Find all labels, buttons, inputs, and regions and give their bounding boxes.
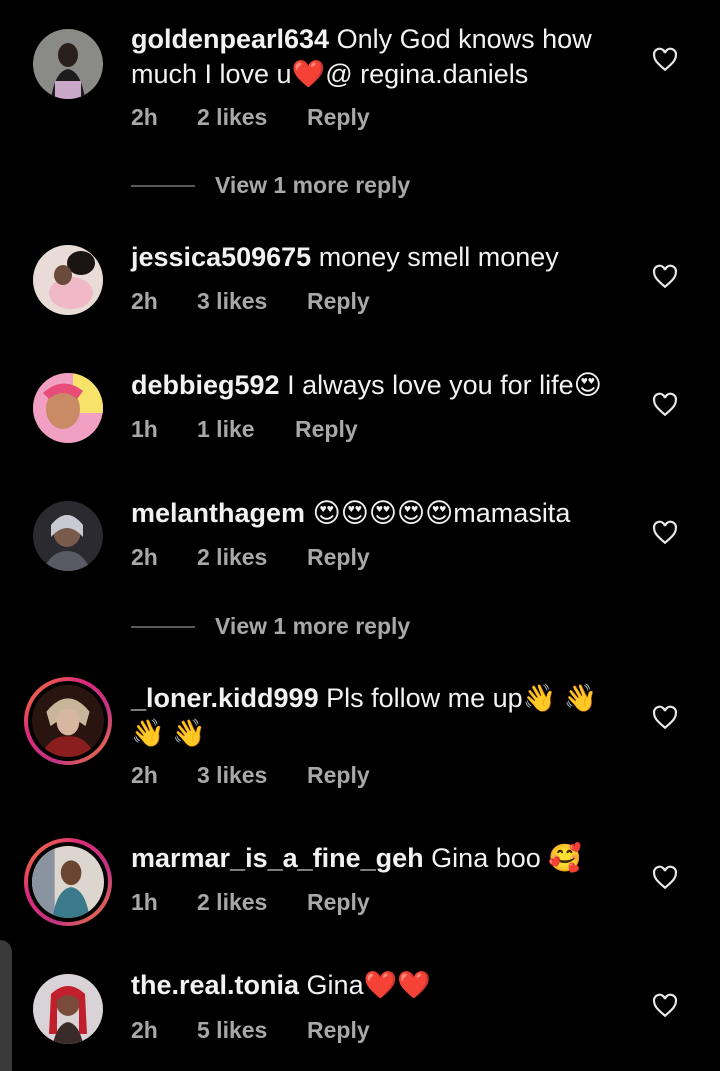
view-more-replies[interactable]: View 1 more reply — [131, 613, 410, 640]
comment-likes[interactable]: 2 likes — [197, 544, 307, 571]
heart-icon[interactable] — [652, 705, 678, 731]
comment-text: Gina boo 🥰 — [423, 843, 582, 873]
avatar[interactable] — [33, 29, 103, 99]
avatar[interactable] — [33, 245, 103, 315]
comment-time: 2h — [131, 762, 158, 788]
avatar-image — [33, 373, 103, 443]
comment-time: 2h — [131, 288, 158, 314]
comment-body: goldenpearl634 Only God knows how much I… — [131, 22, 631, 92]
avatar[interactable] — [24, 677, 112, 765]
avatar[interactable] — [24, 838, 112, 926]
reply-button[interactable]: Reply — [307, 544, 370, 571]
comment-body: marmar_is_a_fine_geh Gina boo 🥰 — [131, 841, 631, 876]
avatar-image — [33, 974, 103, 1044]
reply-button[interactable]: Reply — [307, 288, 370, 315]
reply-button[interactable]: Reply — [307, 1017, 370, 1044]
divider-line — [131, 184, 195, 187]
comment-likes[interactable]: 3 likes — [197, 762, 307, 789]
view-more-replies[interactable]: View 1 more reply — [131, 172, 410, 199]
heart-icon[interactable] — [652, 264, 678, 290]
comment-text: I always love you for life😍 — [279, 370, 602, 400]
comment-username[interactable]: jessica509675 — [131, 242, 311, 272]
heart-icon[interactable] — [652, 520, 678, 546]
comment-meta: 2h 2 likes Reply — [131, 104, 370, 131]
comment-time: 2h — [131, 104, 158, 130]
comment-time: 1h — [131, 416, 158, 442]
avatar[interactable] — [33, 974, 103, 1044]
comment-text: Gina❤️❤️ — [299, 970, 431, 1000]
comment-likes[interactable]: 2 likes — [197, 104, 307, 131]
comment-meta: 2h 2 likes Reply — [131, 544, 370, 571]
heart-icon[interactable] — [652, 865, 678, 891]
comment-body: the.real.tonia Gina❤️❤️ — [131, 968, 631, 1003]
comment-body: jessica509675 money smell money — [131, 240, 631, 275]
comment-text: 😍😍😍😍😍mamasita — [305, 498, 571, 528]
heart-icon[interactable] — [652, 392, 678, 418]
avatar-image — [33, 29, 103, 99]
reply-button[interactable]: Reply — [307, 762, 370, 789]
avatar[interactable] — [33, 373, 103, 443]
reply-button[interactable]: Reply — [307, 104, 370, 131]
comment-username[interactable]: melanthagem — [131, 498, 305, 528]
avatar-image — [32, 685, 104, 757]
avatar-image — [32, 846, 104, 918]
comment-body: _loner.kidd999 Pls follow me up👋 👋 👋 👋 — [131, 681, 631, 751]
comment-body: debbieg592 I always love you for life😍 — [131, 368, 631, 403]
reply-button[interactable]: Reply — [307, 889, 370, 916]
comment-text: money smell money — [311, 242, 559, 272]
comment-time: 1h — [131, 889, 158, 915]
comment-meta: 2h 3 likes Reply — [131, 288, 370, 315]
edge-panel-handle[interactable] — [0, 940, 12, 1071]
comment-likes[interactable]: 3 likes — [197, 288, 307, 315]
avatar[interactable] — [33, 501, 103, 571]
comment-meta: 1h 2 likes Reply — [131, 889, 370, 916]
comment-time: 2h — [131, 544, 158, 570]
heart-icon[interactable] — [652, 993, 678, 1019]
avatar-image — [33, 245, 103, 315]
comment-username[interactable]: debbieg592 — [131, 370, 280, 400]
comment-username[interactable]: the.real.tonia — [131, 970, 299, 1000]
avatar-image — [33, 501, 103, 571]
heart-icon[interactable] — [652, 47, 678, 73]
view-more-label: View 1 more reply — [215, 172, 411, 198]
reply-button[interactable]: Reply — [295, 416, 358, 443]
comment-meta: 1h 1 like Reply — [131, 416, 358, 443]
comment-likes[interactable]: 1 like — [197, 416, 295, 443]
comment-meta: 2h 3 likes Reply — [131, 762, 370, 789]
divider-line — [131, 625, 195, 628]
view-more-label: View 1 more reply — [215, 613, 411, 639]
comment-likes[interactable]: 5 likes — [197, 1017, 307, 1044]
comment-meta: 2h 5 likes Reply — [131, 1017, 370, 1044]
comment-username[interactable]: _loner.kidd999 — [131, 683, 319, 713]
comment-likes[interactable]: 2 likes — [197, 889, 307, 916]
comment-body: melanthagem 😍😍😍😍😍mamasita — [131, 496, 631, 531]
comment-time: 2h — [131, 1017, 158, 1043]
comment-username[interactable]: marmar_is_a_fine_geh — [131, 843, 424, 873]
comment-username[interactable]: goldenpearl634 — [131, 24, 329, 54]
